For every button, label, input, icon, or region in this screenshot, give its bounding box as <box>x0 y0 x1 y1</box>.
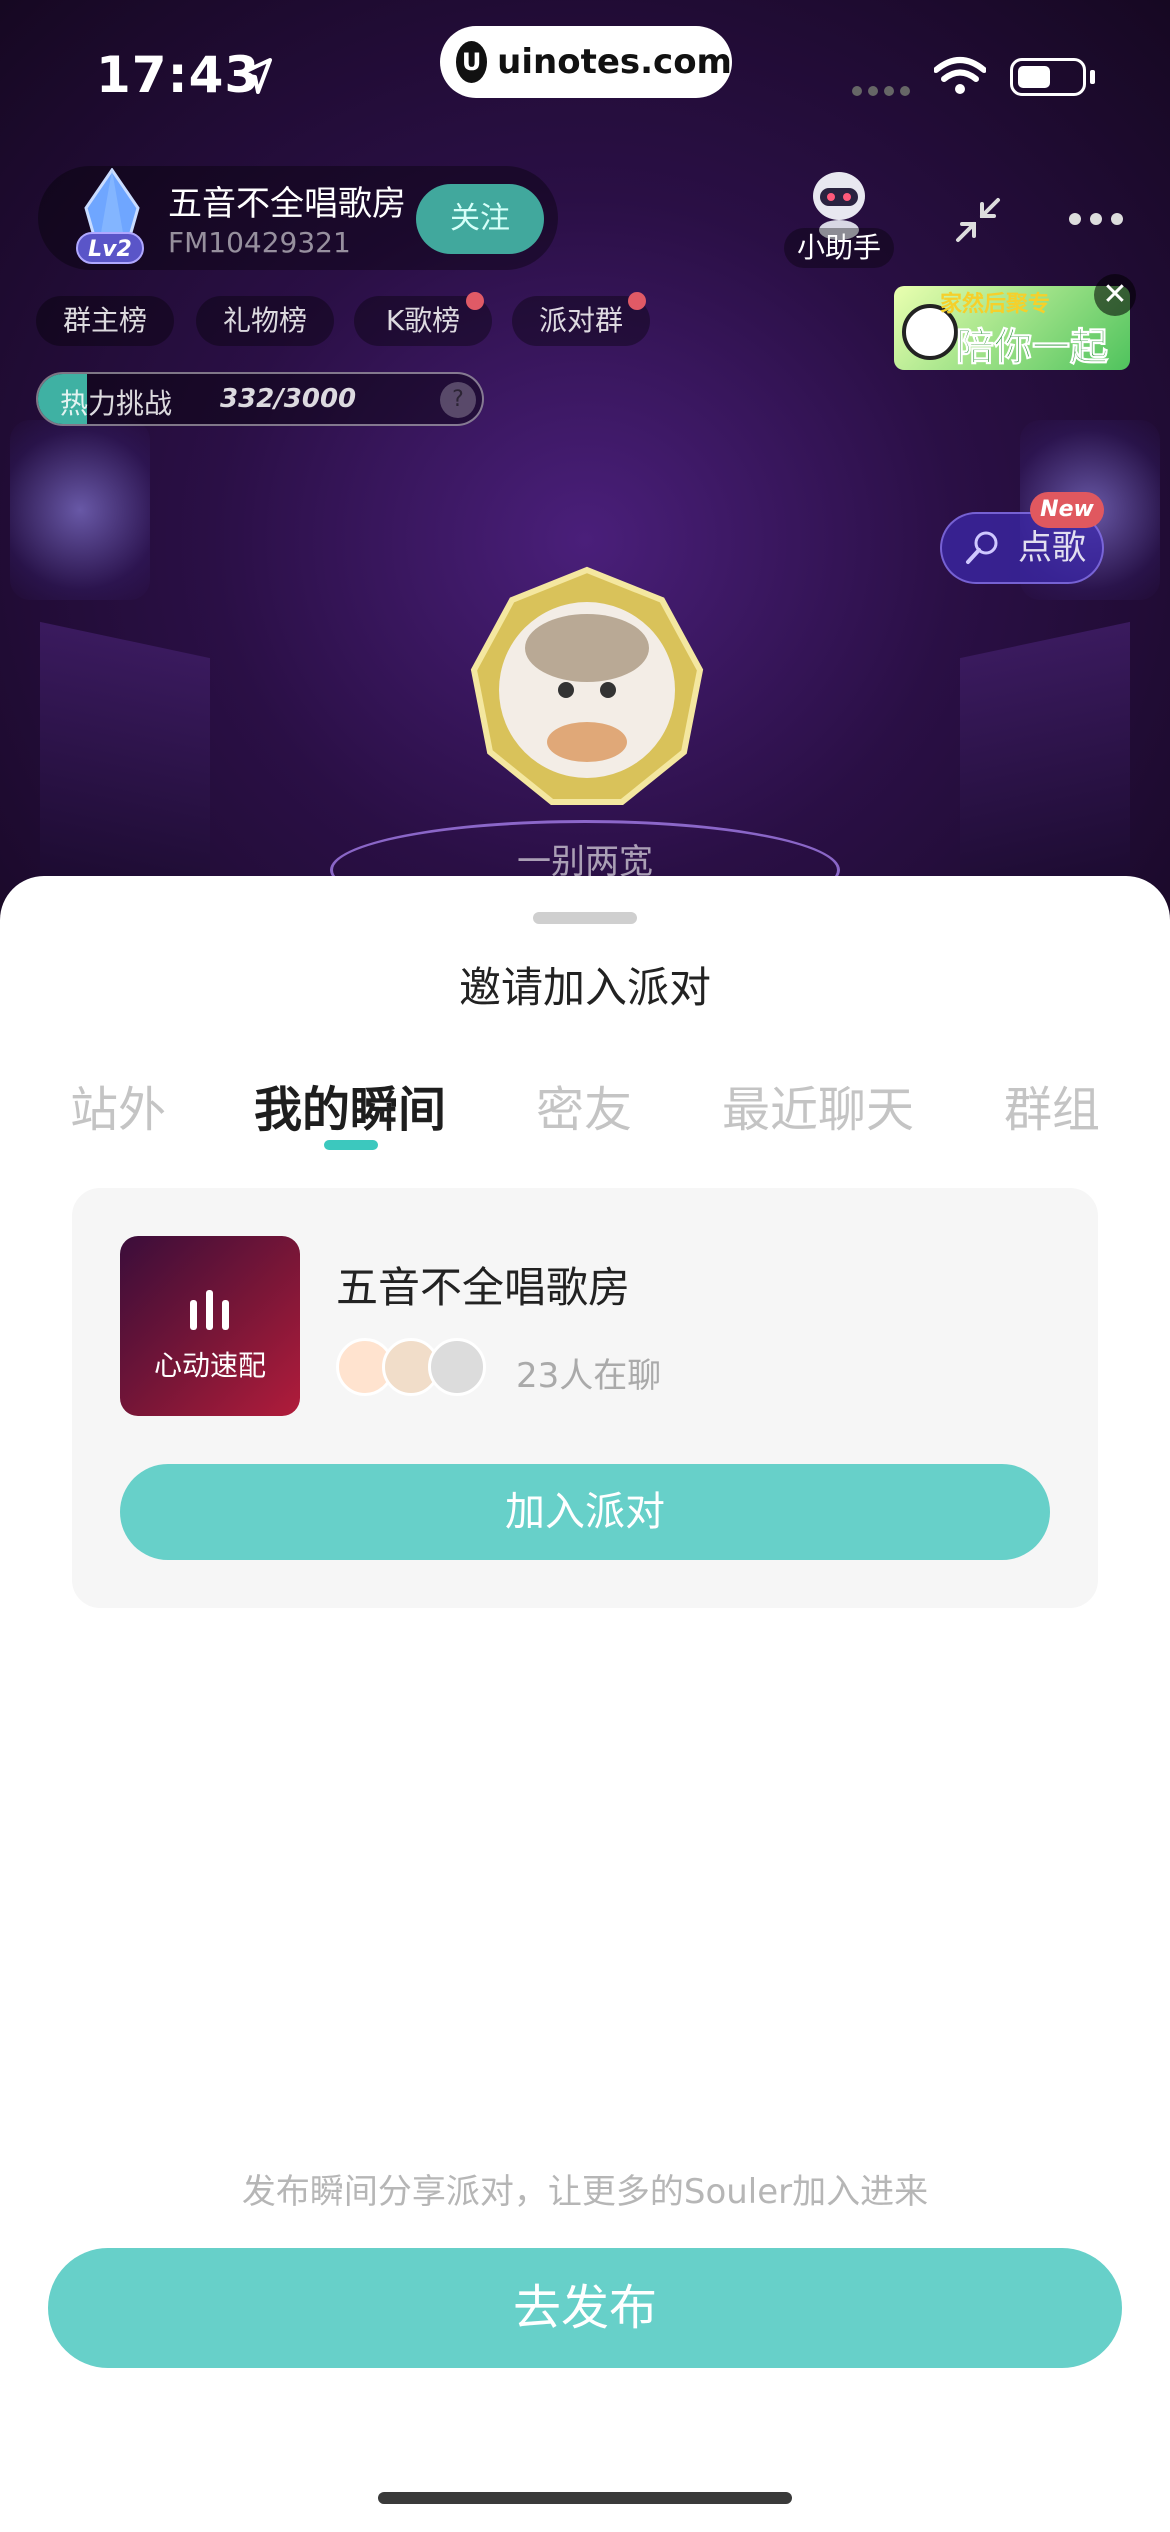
assistant-label[interactable]: 小助手 <box>784 228 894 268</box>
invite-sheet: 邀请加入派对 站外 我的瞬间 密友 最近聊天 群组 心动速配 五音不全唱歌房 2… <box>0 876 1170 2532</box>
url-text: uinotes.com <box>497 42 732 82</box>
battery-icon <box>1010 58 1086 96</box>
close-icon[interactable]: ✕ <box>1094 274 1136 316</box>
active-tab-indicator <box>324 1140 378 1150</box>
host-avatar[interactable] <box>462 562 712 812</box>
join-party-button[interactable]: 加入派对 <box>120 1464 1050 1560</box>
tab-my-moments[interactable]: 我的瞬间 <box>254 1070 446 1140</box>
party-name: 五音不全唱歌房 <box>336 1263 631 1312</box>
level-badge: Lv2 <box>76 232 144 264</box>
banner-top-text: 家然后聚专 <box>940 292 1051 317</box>
tag-gift-rank[interactable]: 礼物榜 <box>196 296 334 346</box>
sheet-title: 邀请加入派对 <box>458 963 711 1012</box>
heat-value: 332/3000 <box>220 384 357 414</box>
uinotes-logo-icon: U <box>456 41 488 83</box>
banner-text: 陪你一起 <box>955 325 1109 370</box>
home-indicator <box>378 2492 792 2504</box>
thumbnail-label: 心动速配 <box>153 1349 266 1382</box>
minimize-icon[interactable] <box>952 194 1004 246</box>
party-card[interactable]: 心动速配 五音不全唱歌房 23人在聊 加入派对 <box>72 1188 1098 1608</box>
heat-challenge-bar[interactable]: 热力挑战 332/3000 ? <box>36 372 484 426</box>
new-badge: New <box>1030 492 1104 528</box>
microphone-icon <box>966 531 998 564</box>
tab-groups[interactable]: 群组 <box>1004 1070 1100 1140</box>
stage-pillar-left <box>40 621 210 900</box>
tab-recent-chats[interactable]: 最近聊天 <box>722 1070 914 1140</box>
sheet-drag-handle[interactable] <box>533 912 637 924</box>
online-count: 23人在聊 <box>516 1356 662 1396</box>
heat-label: 热力挑战 <box>60 387 173 420</box>
wifi-icon <box>934 57 986 94</box>
publish-button[interactable]: 去发布 <box>48 2248 1122 2368</box>
signal-dots-icon <box>852 86 910 96</box>
more-icon[interactable] <box>1068 212 1124 226</box>
tab-close-friends[interactable]: 密友 <box>536 1070 632 1140</box>
follow-button[interactable]: 关注 <box>416 184 544 254</box>
tab-external[interactable]: 站外 <box>70 1070 166 1140</box>
party-thumbnail: 心动速配 <box>120 1236 300 1416</box>
room-name: 五音不全唱歌房 <box>168 184 406 224</box>
ksong-rank-red-dot <box>466 292 484 310</box>
publish-hint: 发布瞬间分享派对，让更多的Souler加入进来 <box>241 2172 929 2212</box>
tag-owner-rank[interactable]: 群主榜 <box>36 296 174 346</box>
help-icon[interactable]: ? <box>440 382 476 418</box>
stage-pillar-right <box>960 621 1130 900</box>
audio-bars-icon <box>190 1290 229 1330</box>
room-id: FM10429321 <box>168 226 351 259</box>
party-group-red-dot <box>628 292 646 310</box>
location-arrow-icon <box>238 58 272 94</box>
stage-light-left <box>10 420 150 600</box>
battery-nub <box>1090 70 1095 84</box>
member-avatar <box>428 1338 486 1396</box>
url-pill[interactable]: U uinotes.com <box>440 26 732 98</box>
